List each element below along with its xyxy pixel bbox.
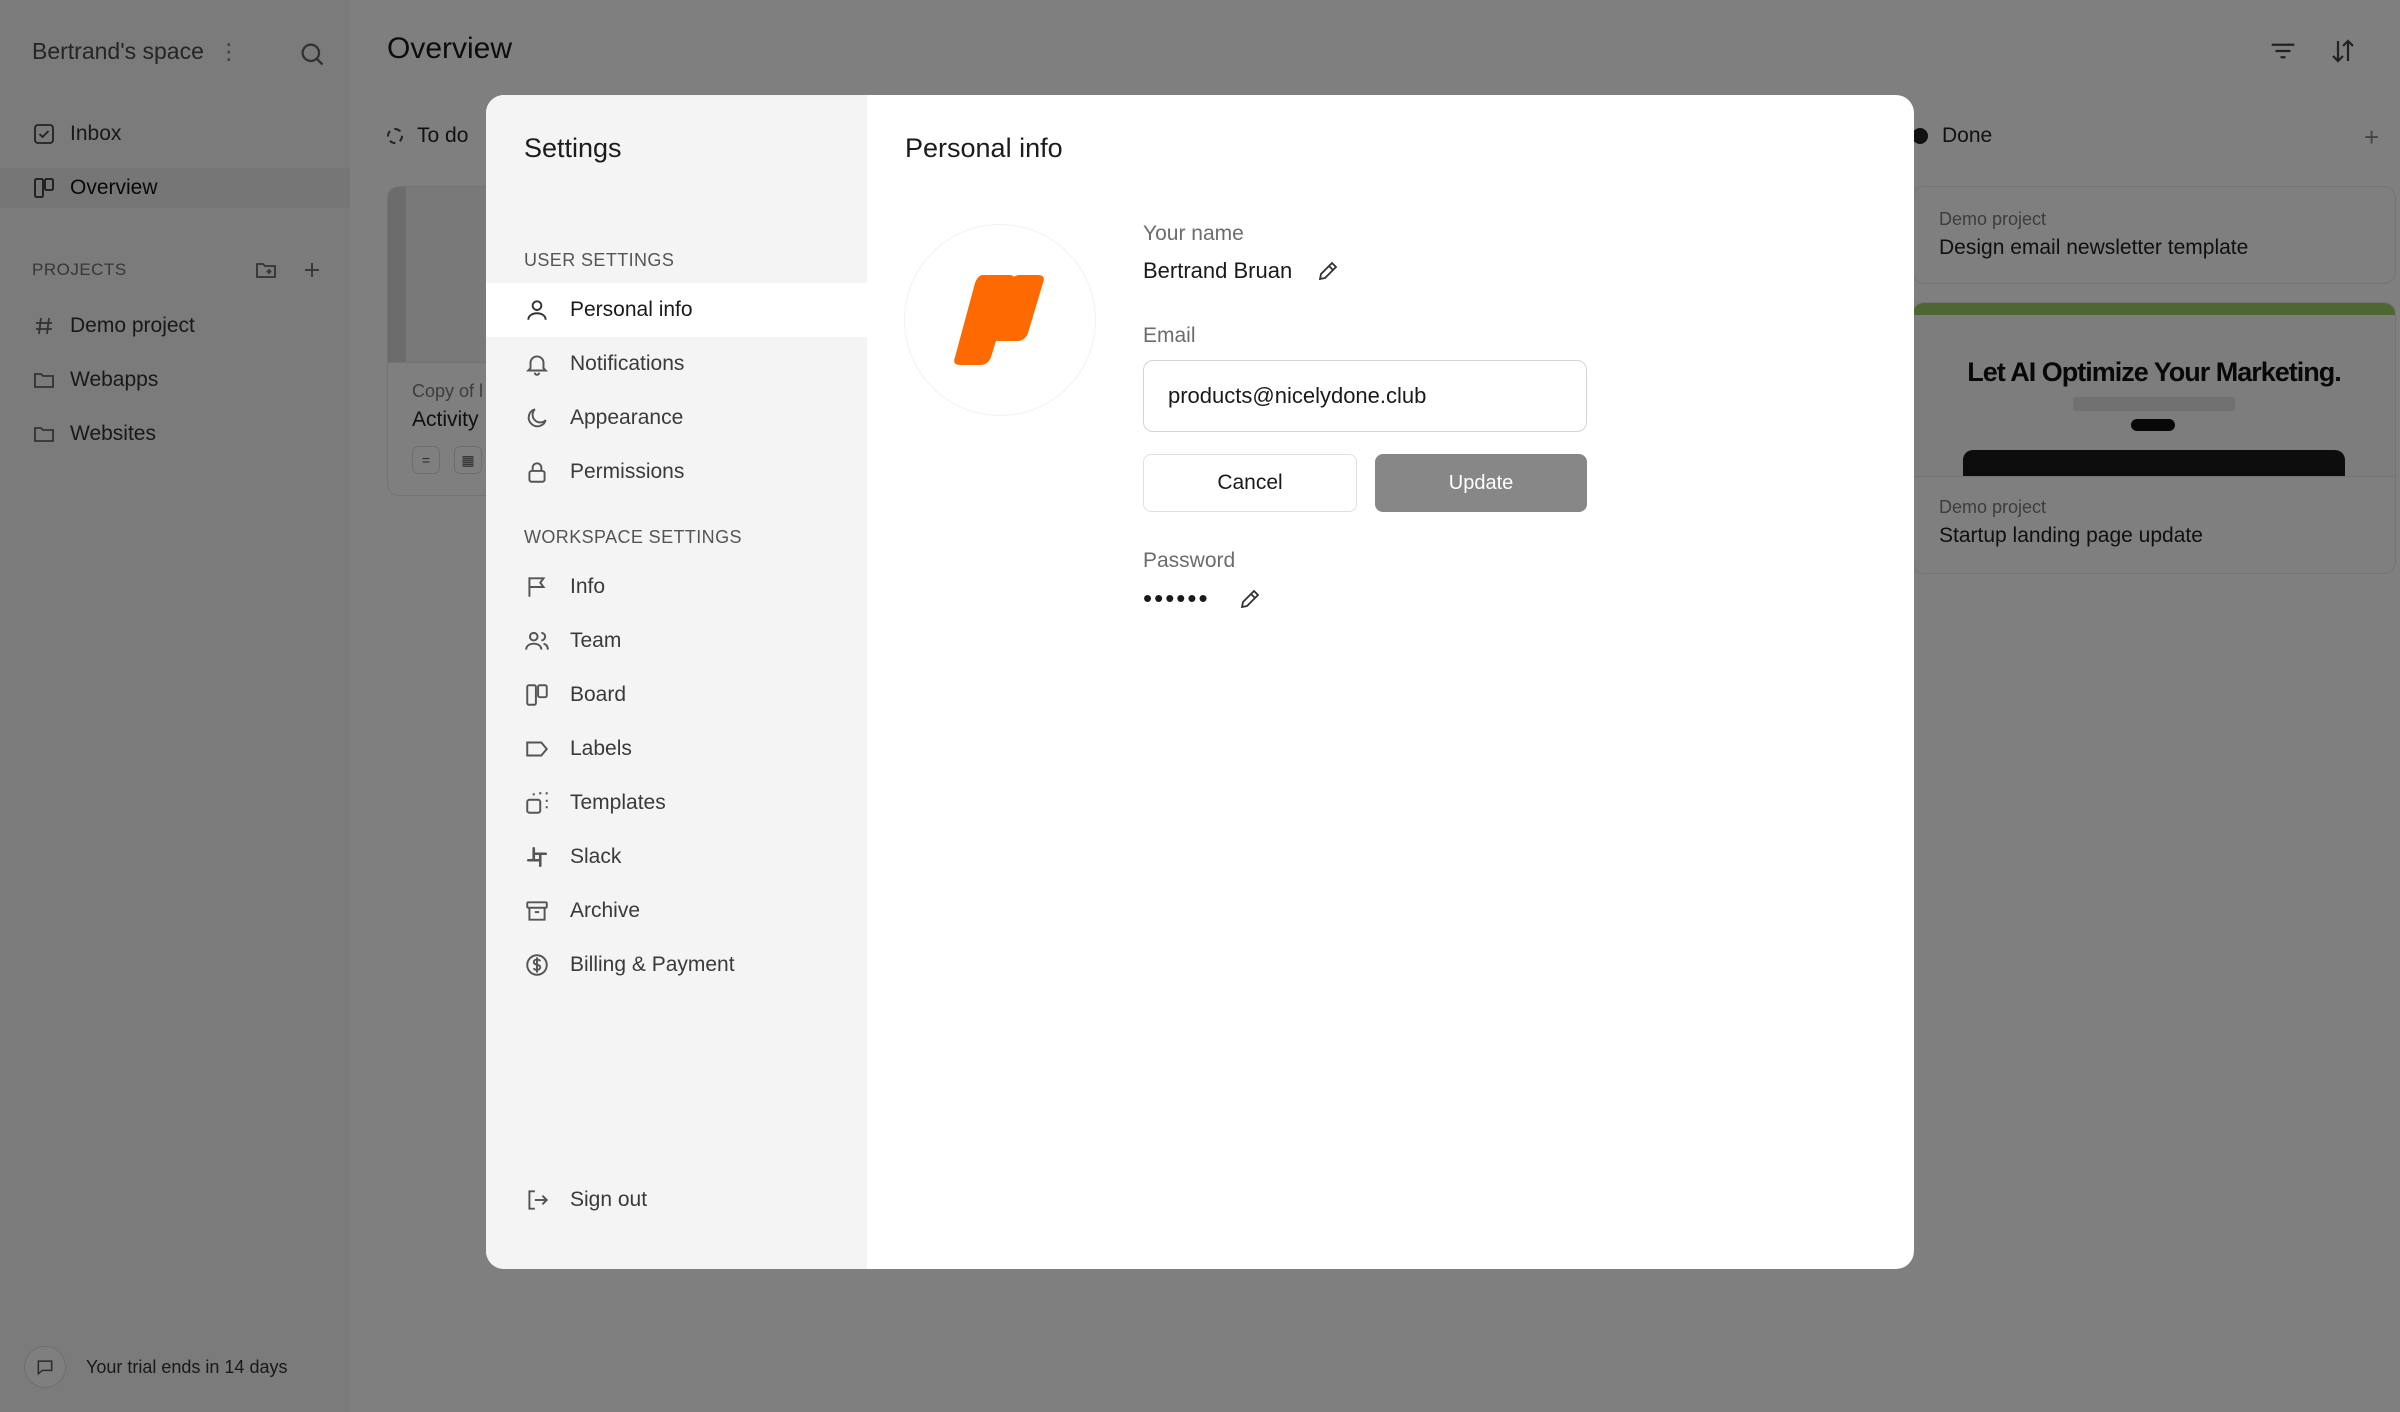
settings-item-label: Board xyxy=(570,683,627,706)
settings-item-labels[interactable]: Labels xyxy=(486,722,867,776)
settings-modal: Settings USER SETTINGS Personal info Not… xyxy=(486,95,1914,1269)
avatar[interactable] xyxy=(905,225,1095,415)
settings-item-label: Labels xyxy=(570,737,632,760)
settings-item-label: Permissions xyxy=(570,460,685,483)
workspace-settings-label: WORKSPACE SETTINGS xyxy=(524,527,742,547)
name-value: Bertrand Bruan xyxy=(1143,258,1293,283)
password-mask: •••••• xyxy=(1143,583,1210,613)
dollar-circle-icon xyxy=(526,954,548,976)
settings-item-slack[interactable]: Slack xyxy=(486,830,867,884)
settings-item-label: Info xyxy=(570,575,606,598)
moon-icon xyxy=(527,408,547,428)
settings-item-team[interactable]: Team xyxy=(486,614,867,668)
edit-name-icon[interactable] xyxy=(1316,259,1340,283)
lock-icon xyxy=(528,462,546,483)
users-icon xyxy=(525,631,549,650)
sign-out-button[interactable]: Sign out xyxy=(524,1187,647,1213)
settings-item-appearance[interactable]: Appearance xyxy=(486,391,867,445)
sign-out-icon xyxy=(528,1190,549,1210)
slack-icon xyxy=(527,847,547,867)
settings-item-archive[interactable]: Archive xyxy=(486,884,867,938)
user-icon xyxy=(527,300,547,320)
settings-item-label: Slack xyxy=(570,845,622,868)
user-settings-label: USER SETTINGS xyxy=(524,250,675,270)
settings-item-label: Appearance xyxy=(570,406,684,429)
name-label: Your name xyxy=(1143,222,1244,245)
personal-info-panel: Personal info Your name Bertrand Bruan E… xyxy=(867,95,1914,1269)
settings-item-personal-info[interactable]: Personal info xyxy=(486,283,867,337)
settings-item-info[interactable]: Info xyxy=(486,560,867,614)
sign-out-label: Sign out xyxy=(570,1188,648,1211)
cancel-button[interactable]: Cancel xyxy=(1143,454,1357,512)
settings-item-billing[interactable]: Billing & Payment xyxy=(486,938,867,992)
settings-item-notifications[interactable]: Notifications xyxy=(486,337,867,391)
settings-item-label: Notifications xyxy=(570,352,685,375)
settings-sidebar: Settings USER SETTINGS Personal info Not… xyxy=(486,95,867,1269)
settings-item-board[interactable]: Board xyxy=(486,668,867,722)
email-label: Email xyxy=(1143,324,1196,347)
bell-icon xyxy=(525,355,549,376)
update-button[interactable]: Update xyxy=(1375,454,1587,512)
flag-icon xyxy=(528,577,546,597)
password-label: Password xyxy=(1143,549,1236,572)
tag-icon xyxy=(526,741,549,757)
board-icon xyxy=(526,684,548,706)
settings-item-label: Archive xyxy=(570,899,641,922)
templates-icon xyxy=(526,792,548,814)
edit-password-icon[interactable] xyxy=(1238,587,1262,611)
settings-item-permissions[interactable]: Permissions xyxy=(486,445,867,499)
archive-icon xyxy=(526,901,548,921)
settings-item-label: Team xyxy=(570,629,622,652)
settings-item-label: Personal info xyxy=(570,298,693,321)
settings-title: Settings xyxy=(524,133,622,163)
panel-heading: Personal info xyxy=(905,133,1063,163)
settings-item-label: Billing & Payment xyxy=(570,953,735,976)
brand-logo-icon xyxy=(954,275,1044,365)
settings-item-label: Templates xyxy=(570,791,666,814)
settings-item-templates[interactable]: Templates xyxy=(486,776,867,830)
email-field[interactable] xyxy=(1143,360,1587,432)
